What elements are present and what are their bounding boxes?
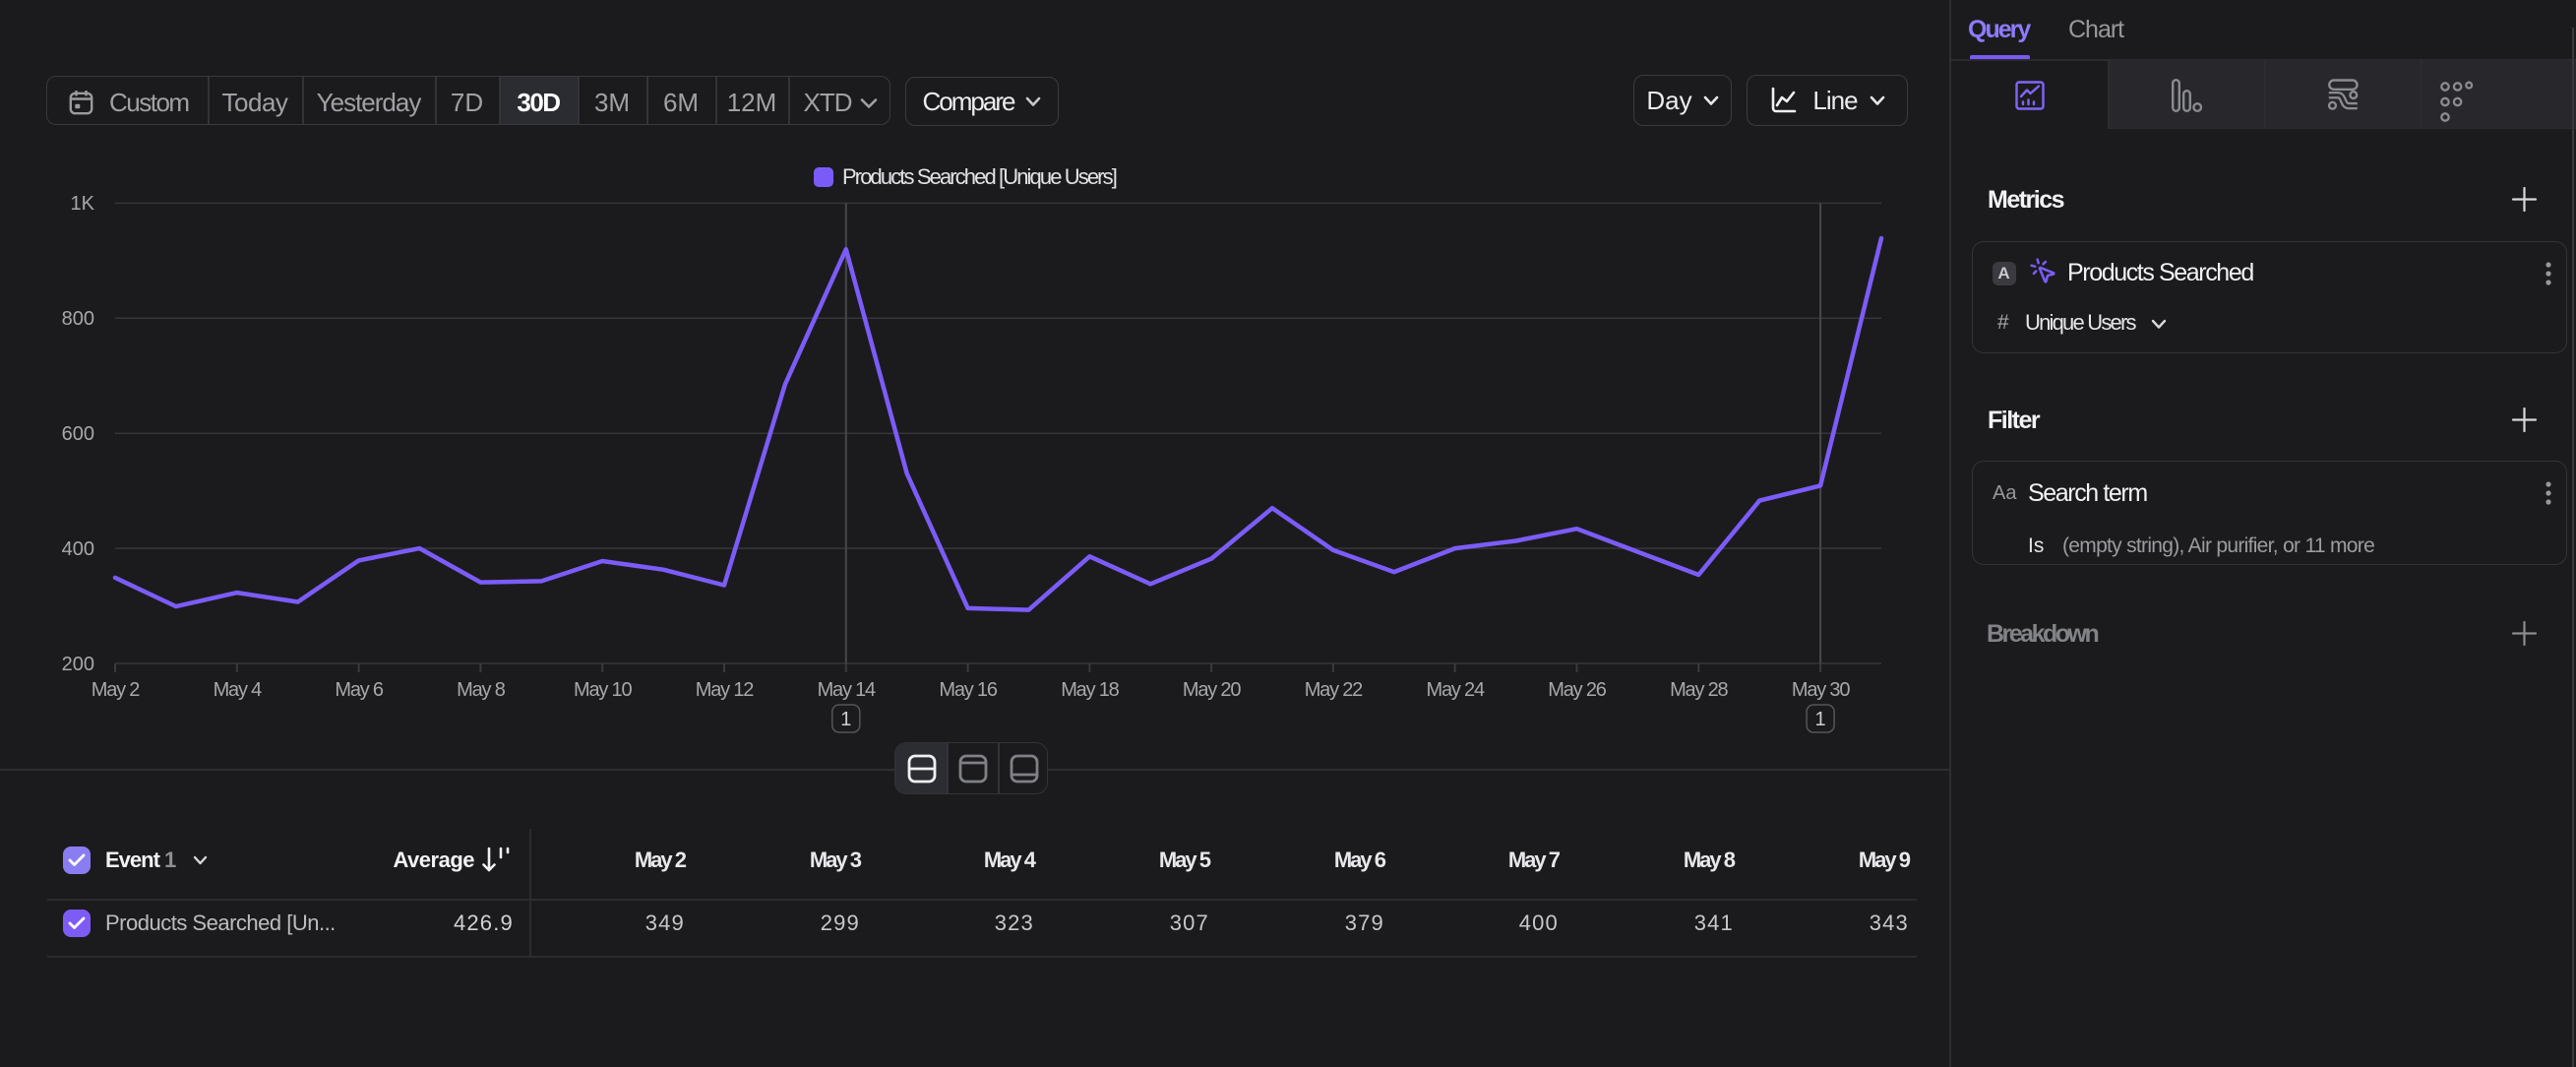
svg-text:1: 1	[1815, 709, 1826, 730]
svg-text:May 8: May 8	[457, 679, 506, 701]
svg-text:May 18: May 18	[1061, 679, 1119, 701]
svg-text:May 22: May 22	[1305, 679, 1363, 701]
svg-text:May 6: May 6	[335, 679, 384, 701]
svg-text:May 24: May 24	[1427, 679, 1485, 701]
svg-text:May 20: May 20	[1183, 679, 1241, 701]
svg-text:1: 1	[840, 709, 851, 730]
svg-text:May 30: May 30	[1792, 679, 1850, 701]
svg-text:May 26: May 26	[1548, 679, 1606, 701]
svg-text:May 4: May 4	[214, 679, 263, 701]
svg-text:May 10: May 10	[574, 679, 632, 701]
svg-text:May 16: May 16	[939, 679, 997, 701]
svg-text:May 28: May 28	[1670, 679, 1728, 701]
svg-text:400: 400	[62, 538, 94, 560]
svg-text:600: 600	[62, 423, 94, 445]
svg-text:800: 800	[62, 308, 94, 330]
svg-text:May 12: May 12	[696, 679, 754, 701]
svg-text:200: 200	[62, 654, 94, 675]
svg-text:May 14: May 14	[818, 679, 876, 701]
svg-text:1K: 1K	[71, 193, 95, 215]
svg-text:May 2: May 2	[92, 679, 141, 701]
